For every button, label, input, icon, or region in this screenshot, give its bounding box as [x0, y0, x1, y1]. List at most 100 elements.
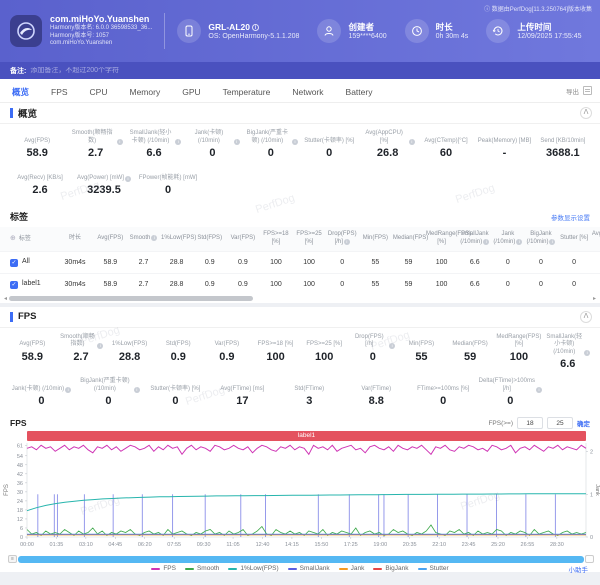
scrollbar-track[interactable]: [9, 296, 591, 301]
series-fps: [27, 445, 586, 454]
column-header-text: FPS>=18 [%]: [263, 231, 288, 245]
collapse-overview-button[interactable]: ᐱ: [580, 107, 592, 119]
axis-tick-label: 6: [20, 526, 23, 532]
value-cell: 30m4s: [56, 273, 94, 295]
info-icon[interactable]: i: [344, 239, 350, 245]
creator-value: 159****6400: [348, 33, 386, 40]
checkbox-checked-icon[interactable]: ✓: [10, 259, 18, 267]
tab-memory[interactable]: Memory: [130, 87, 161, 97]
stat-value: -: [477, 147, 531, 159]
scrollbar-menu-icon[interactable]: ≡: [8, 555, 17, 563]
tab-cpu[interactable]: CPU: [90, 87, 108, 97]
parameter-display-settings-link[interactable]: 参数显示设置: [551, 212, 590, 222]
history-clock-icon: [486, 19, 510, 43]
tab-[interactable]: 概览: [12, 87, 29, 97]
collapse-fps-button[interactable]: ᐱ: [580, 311, 592, 323]
column-header-text: FPS>=25 [%]: [296, 231, 321, 245]
stat-value: 26.8: [360, 147, 414, 159]
table-row[interactable]: ✓label130m4s58.92.728.80.90.910010005559…: [0, 273, 600, 295]
info-icon[interactable]: i: [409, 139, 415, 145]
chart-scrollbar-track[interactable]: [18, 556, 584, 563]
scrollbar-thumb[interactable]: [9, 296, 253, 301]
fps-line-chart[interactable]: 06121824303642485461FPS012Jank00:0001:35…: [0, 441, 600, 549]
stat-label: BigJank(严重卡顿) (/10min)i: [77, 378, 140, 393]
table-horizontal-scrollbar[interactable]: ◂ ▸: [0, 295, 600, 303]
info-icon[interactable]: i: [65, 387, 71, 393]
stat-item: Median(FPS)59: [446, 334, 495, 371]
stat-label-text: Smooth(顺畅指数): [59, 334, 97, 349]
legend-item-bigjank[interactable]: BigJank: [373, 565, 408, 572]
value-cell: 2.7: [127, 273, 160, 295]
table-row[interactable]: ✓All30m4s58.92.728.80.90.910010005559100…: [0, 251, 600, 273]
stat-label-text: Stutter(卡顿率) [%]: [150, 386, 200, 394]
info-icon[interactable]: i: [97, 343, 103, 349]
column-header-text: 1%Low(FPS): [161, 235, 196, 241]
axis-tick-label: 01:35: [50, 542, 64, 548]
stat-value: 0: [479, 395, 542, 407]
stat-label: Avg(Recv) [KB/s]: [10, 167, 70, 182]
axis-tick-label: 54: [17, 454, 23, 460]
chart-scrollbar-handle[interactable]: [585, 555, 594, 563]
threshold-confirm-button[interactable]: 确定: [577, 418, 590, 428]
legend-item-jank[interactable]: Jank: [339, 565, 365, 572]
value-cell: 0: [558, 251, 591, 273]
info-icon[interactable]: i: [151, 235, 157, 241]
info-icon[interactable]: i: [117, 139, 123, 145]
scroll-right-arrow-icon[interactable]: ▸: [593, 295, 596, 303]
info-icon[interactable]: i: [125, 176, 131, 182]
stat-label-text: FTime>=100ms [%]: [417, 386, 469, 394]
info-icon[interactable]: i: [536, 387, 542, 393]
add-label-icon[interactable]: ⊕: [10, 235, 16, 242]
stat-value: 0.9: [156, 351, 201, 363]
info-icon[interactable]: i: [483, 239, 489, 245]
scroll-left-arrow-icon[interactable]: ◂: [4, 295, 7, 303]
note-bar: 备注:: [0, 62, 600, 79]
value-cell: 100: [259, 251, 292, 273]
stat-item: Stutter(卡顿率) [%]0: [142, 378, 209, 407]
tab-gpu[interactable]: GPU: [182, 87, 200, 97]
stat-label-text: Median(FPS): [452, 341, 487, 349]
legend-item-smooth[interactable]: Smooth: [185, 565, 219, 572]
column-header-text: Median(FPS): [393, 235, 428, 241]
checkbox-checked-icon[interactable]: ✓: [10, 281, 18, 289]
assistant-link[interactable]: 小助手: [569, 564, 589, 574]
note-input[interactable]: [30, 67, 330, 74]
info-icon[interactable]: i: [175, 139, 181, 145]
chart-horizontal-scrollbar[interactable]: ≡: [8, 555, 594, 563]
legend-item-smalljank[interactable]: SmallJank: [288, 565, 330, 572]
info-icon[interactable]: i: [389, 343, 395, 349]
device-name: GRL-AL20: [208, 22, 250, 32]
stat-item: Delta(FTime)>100ms [/h]i0: [477, 378, 544, 407]
legend-item-stutter[interactable]: Stutter: [418, 565, 449, 572]
fps-threshold-input-1[interactable]: [517, 417, 543, 429]
legend-label: Smooth: [197, 565, 219, 572]
stat-label-text: Send [KB/10min]: [540, 138, 585, 146]
duration-block: 时长 0h 30m 4s: [405, 19, 469, 43]
info-icon[interactable]: i: [134, 387, 140, 393]
legend-item-fps[interactable]: FPS: [151, 565, 176, 572]
stat-value: 6.6: [127, 147, 181, 159]
stat-item: Std(FTime)3: [276, 378, 343, 407]
value-cell: 59: [392, 273, 425, 295]
stat-label-text: Stutter(卡顿率) [%]: [304, 138, 354, 146]
legend-label: 1%Low(FPS): [240, 565, 278, 572]
info-icon[interactable]: i: [584, 350, 590, 356]
stat-label: FPS>=18 [%]: [253, 334, 298, 349]
tab-network[interactable]: Network: [292, 87, 323, 97]
layout-panel-icon[interactable]: [583, 86, 592, 95]
device-info-icon[interactable]: i: [252, 24, 259, 31]
info-icon[interactable]: i: [292, 139, 298, 145]
tab-fps[interactable]: FPS: [51, 87, 68, 97]
tab-battery[interactable]: Battery: [346, 87, 373, 97]
stat-item: MedRange(FPS)[%]100: [494, 334, 543, 371]
fps-threshold-input-2[interactable]: [547, 417, 573, 429]
export-button[interactable]: 导出: [566, 86, 579, 96]
info-icon[interactable]: i: [516, 239, 522, 245]
stat-label: Avg(FPS): [10, 334, 55, 349]
info-icon[interactable]: i: [234, 139, 240, 145]
stat-value: 3: [278, 395, 341, 407]
stat-label-text: Avg(FPS): [24, 138, 50, 146]
info-icon[interactable]: i: [549, 239, 555, 245]
legend-item-1lowfps[interactable]: 1%Low(FPS): [228, 565, 278, 572]
tab-temperature[interactable]: Temperature: [223, 87, 271, 97]
